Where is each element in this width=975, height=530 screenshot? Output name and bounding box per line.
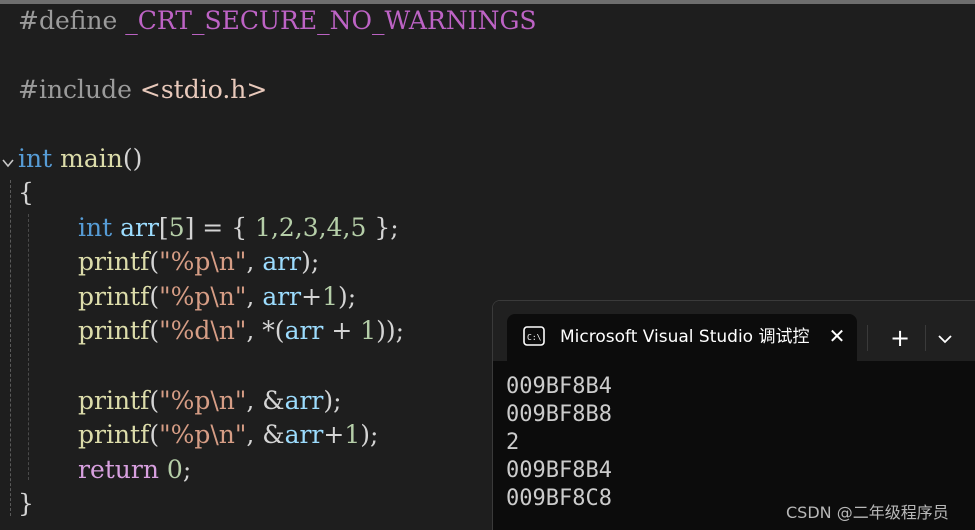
watermark: CSDN @二年级程序员	[786, 503, 949, 522]
punctuation: , *(	[246, 316, 285, 345]
open-brace: {	[18, 178, 34, 207]
punctuation: );	[360, 420, 379, 449]
close-icon[interactable]: ✕	[825, 324, 849, 348]
punctuation: );	[337, 282, 357, 311]
punctuation: );	[301, 247, 320, 276]
terminal-window[interactable]: C:\ Microsoft Visual Studio 调试控 ✕ + 009B…	[492, 300, 975, 530]
indent-guide-block	[28, 214, 29, 480]
code-line-9: printf("%p\n", &arr);	[78, 384, 342, 418]
close-brace: }	[18, 489, 34, 518]
preprocessor-directive: #include	[18, 75, 132, 104]
code-line-12: }	[18, 487, 34, 521]
number: 5	[168, 213, 185, 242]
operator: +	[323, 420, 345, 449]
variable: arr	[262, 282, 302, 311]
macro-name: _CRT_SECURE_NO_WARNINGS	[125, 6, 537, 35]
terminal-tab-title: Microsoft Visual Studio 调试控	[560, 327, 810, 347]
code-line-6: printf("%p\n", arr);	[78, 245, 319, 279]
string-literal: "%p\n"	[159, 386, 247, 415]
code-line-11: return 0;	[78, 453, 191, 487]
code-line-8: printf("%d\n", *(arr + 1));	[78, 314, 404, 348]
number-list: 1,2,3,4,5	[255, 213, 367, 242]
function-name: printf	[78, 247, 150, 276]
number: 0	[166, 455, 183, 484]
divider	[867, 325, 868, 351]
output-line: 009BF8B4	[506, 458, 612, 483]
number: 1	[322, 282, 338, 311]
function-name: printf	[78, 316, 150, 345]
function-name: printf	[78, 282, 150, 311]
code-line-3: int main()	[18, 142, 142, 176]
variable: arr	[284, 386, 324, 415]
punctuation: , &	[246, 386, 285, 415]
punctuation: ));	[376, 316, 405, 345]
code-line-5: int arr[5] = { 1,2,3,4,5 };	[78, 211, 399, 245]
console-icon: C:\	[523, 326, 545, 346]
punctuation: ,	[246, 282, 263, 311]
number: 1	[344, 420, 361, 449]
operator: +	[323, 316, 361, 345]
function-name: main	[60, 144, 123, 173]
punctuation: (	[149, 316, 160, 345]
keyword: int	[18, 144, 53, 173]
function-name: printf	[78, 420, 150, 449]
punctuation: ] = {	[184, 213, 256, 242]
terminal-output: 009BF8B4 009BF8B8 2 009BF8B4 009BF8C8	[506, 373, 612, 513]
punctuation: (	[149, 420, 160, 449]
variable: arr	[120, 213, 159, 242]
divider	[925, 325, 926, 351]
variable: arr	[284, 316, 324, 345]
output-line: 009BF8C8	[506, 486, 612, 511]
output-line: 009BF8B4	[506, 374, 612, 399]
chevron-down-icon[interactable]	[935, 329, 955, 349]
variable: arr	[262, 247, 302, 276]
output-line: 009BF8B8	[506, 402, 612, 427]
output-line: 2	[506, 430, 520, 455]
preprocessor-directive: #define	[18, 6, 118, 35]
terminal-tab[interactable]: C:\ Microsoft Visual Studio 调试控 ✕	[507, 314, 857, 361]
variable: arr	[284, 420, 324, 449]
svg-text:C:\: C:\	[527, 333, 542, 342]
code-line-1: #define _CRT_SECURE_NO_WARNINGS	[18, 4, 537, 38]
new-tab-button[interactable]: +	[885, 323, 915, 353]
number: 1	[360, 316, 377, 345]
punctuation: [	[158, 213, 169, 242]
punctuation: ,	[246, 247, 263, 276]
function-name: printf	[78, 386, 150, 415]
string-literal: "%p\n"	[159, 420, 247, 449]
punctuation: (	[149, 282, 160, 311]
code-line-4: {	[18, 176, 34, 210]
string-literal: "%d\n"	[159, 316, 247, 345]
string-literal: "%p\n"	[159, 282, 247, 311]
keyword-return: return	[78, 455, 159, 484]
include-header: <stdio.h>	[139, 75, 268, 104]
terminal-tab-bar: C:\ Microsoft Visual Studio 调试控 ✕ +	[493, 301, 975, 361]
operator: +	[301, 282, 323, 311]
punctuation: ;	[182, 455, 192, 484]
code-line-2: #include <stdio.h>	[18, 73, 267, 107]
punctuation: ()	[122, 144, 143, 173]
punctuation: (	[149, 386, 160, 415]
code-line-7: printf("%p\n", arr+1);	[78, 280, 356, 314]
fold-chevron-icon[interactable]	[1, 156, 15, 170]
string-literal: "%p\n"	[159, 247, 247, 276]
keyword: int	[78, 213, 113, 242]
indent-guide-main	[10, 180, 11, 516]
punctuation: , &	[246, 420, 285, 449]
punctuation: (	[149, 247, 160, 276]
punctuation: );	[323, 386, 342, 415]
punctuation: };	[366, 213, 399, 242]
code-line-10: printf("%p\n", &arr+1);	[78, 418, 378, 452]
